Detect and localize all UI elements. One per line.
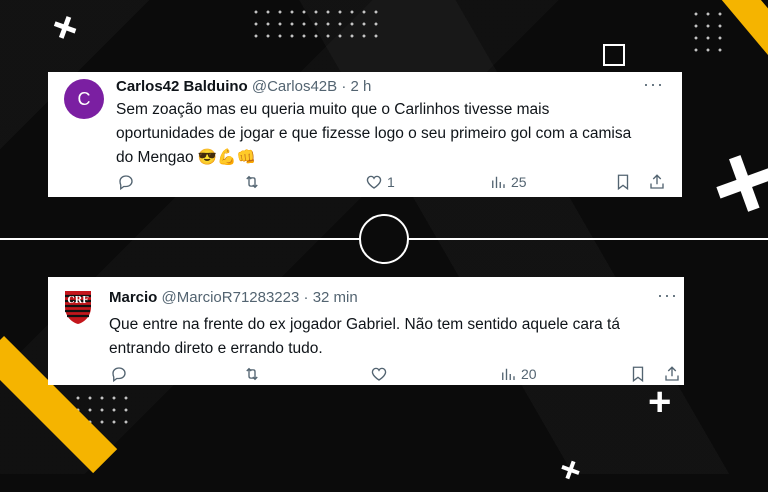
share-icon [650,174,664,189]
more-options-icon[interactable]: ··· [657,285,678,306]
tweet-text-line: entrando direto e errando tudo. [109,340,323,357]
bookmark-button[interactable] [614,173,632,191]
share-button[interactable] [648,173,666,191]
more-options-icon[interactable]: ··· [643,74,664,95]
tweet-header: Carlos42 Balduino @Carlos42B · 2 h [116,78,371,95]
svg-text:CRF: CRF [67,296,89,306]
bookmark-icon [632,366,644,383]
bookmark-icon [617,174,629,191]
view-count: 20 [521,366,537,382]
views-button[interactable]: 20 [499,365,537,383]
tweet-time[interactable]: 2 h [350,78,371,95]
analytics-icon [492,176,505,188]
bookmark-button[interactable] [629,365,647,383]
retweet-button[interactable] [243,365,261,383]
views-button[interactable]: 25 [489,173,527,191]
reply-icon [119,175,133,191]
tweet-actions: 20 [48,365,684,389]
analytics-icon [502,368,515,380]
reply-icon [112,367,126,383]
heart-icon [371,367,387,381]
share-icon [665,366,679,381]
author-name[interactable]: Marcio [109,289,157,306]
dots-decoration-top-right [690,8,730,56]
heart-icon [366,175,382,189]
retweet-icon [246,367,258,381]
author-handle[interactable]: @Carlos42B [252,78,337,95]
square-decoration [603,44,625,66]
tweet-text-line: Sem zoação mas eu queria muito que o Car… [116,101,550,118]
reply-button[interactable] [110,365,128,383]
avatar[interactable]: CRF [56,284,100,328]
tweet-text-line: Que entre na frente do ex jogador Gabrie… [109,316,620,333]
separator: · [303,289,309,306]
view-count: 25 [511,174,527,190]
tweet-text: Que entre na frente do ex jogador Gabrie… [109,313,669,361]
like-button[interactable]: 1 [365,173,395,191]
retweet-button[interactable] [243,173,261,191]
tweet-card-2[interactable]: CRF Marcio @MarcioR71283223 · 32 min ···… [48,277,684,385]
avatar[interactable]: C [64,79,104,119]
tweet-text-line: oportunidades de jogar e que fizesse log… [116,125,632,142]
reply-button[interactable] [117,173,135,191]
author-handle[interactable]: @MarcioR71283223 [162,289,300,306]
separator: · [341,78,347,95]
like-button[interactable] [370,365,388,383]
tweet-text-line: do Mengao 😎💪👊 [116,149,256,166]
divider-circle [359,214,409,264]
like-count: 1 [387,174,395,190]
tweet-header: Marcio @MarcioR71283223 · 32 min [109,289,358,306]
flamengo-crest-icon: CRF [65,291,91,324]
dots-decoration-top [250,6,380,46]
tweet-card-1[interactable]: C Carlos42 Balduino @Carlos42B · 2 h ···… [48,72,682,197]
tweet-time[interactable]: 32 min [313,289,358,306]
share-button[interactable] [663,365,681,383]
retweet-icon [246,175,258,189]
avatar-letter: C [77,88,91,109]
author-name[interactable]: Carlos42 Balduino [116,78,248,95]
tweet-text: Sem zoação mas eu queria muito que o Car… [116,98,671,170]
tweet-actions: 1 25 [48,173,682,197]
